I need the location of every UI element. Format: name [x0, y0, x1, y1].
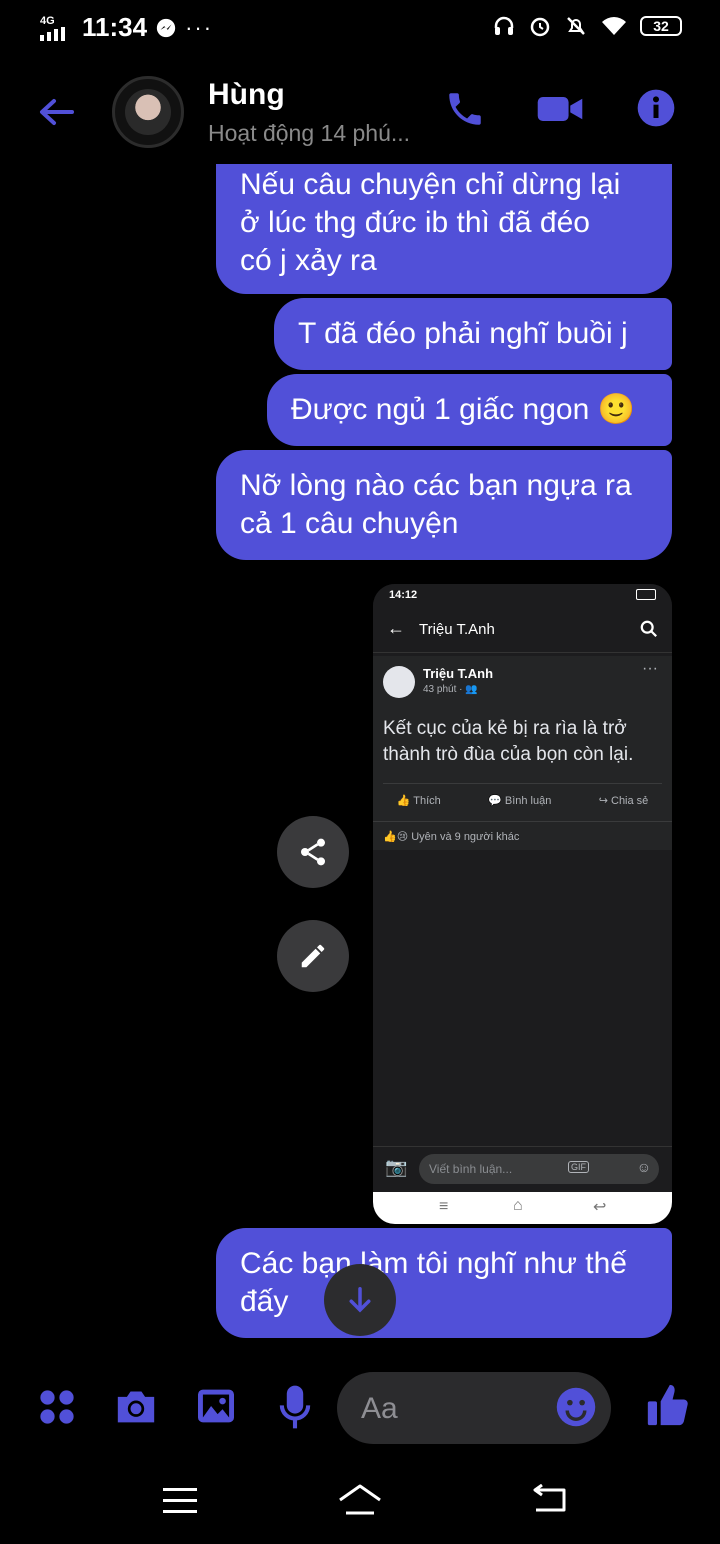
edit-icon — [301, 944, 325, 968]
alarm-icon — [530, 17, 550, 37]
message-input-placeholder: Aa — [361, 1392, 398, 1425]
shot-camera-icon: 📷 — [385, 1157, 408, 1177]
shot-back-icon: ← — [387, 618, 405, 638]
message-line: cả 1 câu chuyện — [240, 507, 459, 540]
share-icon — [301, 838, 325, 866]
battery-indicator: 32 — [640, 16, 682, 36]
shot-like-action: 👍 Thích — [396, 795, 441, 807]
message-bubble[interactable]: Nếu câu chuyện chỉ dừng lại ở lúc thg đứ… — [216, 164, 672, 294]
shot-reactions: 👍😢 Uyên và 9 người khác — [383, 831, 520, 843]
shot-post-text: Kết cục của kẻ bị ra rìa là trở thành tr… — [383, 716, 633, 768]
message-line: Nỡ lòng nào các bạn ngựa ra — [240, 469, 632, 502]
system-nav-bar — [0, 1470, 720, 1544]
back-arrow-icon[interactable] — [36, 92, 76, 132]
shot-more-icon: ··· — [642, 660, 658, 677]
shot-search-icon — [640, 620, 657, 637]
shot-post-time: 43 phút · 👥 — [423, 684, 478, 695]
shot-profile-name: Triệu T.Anh — [419, 621, 495, 638]
shot-home-icon: ⌂ — [513, 1197, 523, 1214]
shot-reaction-icons: 👍😢 — [383, 831, 409, 843]
shot-comment-action: 💬 Bình luận — [488, 795, 552, 807]
shot-author: Triệu T.Anh — [423, 666, 494, 681]
shot-gif-icon: GIF — [568, 1161, 589, 1173]
mute-icon — [567, 17, 585, 35]
emoji-icon[interactable] — [555, 1386, 597, 1428]
menu-nav-icon[interactable] — [162, 1486, 198, 1516]
scroll-down-icon — [349, 1287, 371, 1313]
avatar[interactable] — [112, 76, 184, 148]
shot-post-card: Triệu T.Anh 43 phút · 👥 ··· Kết cục của … — [373, 656, 672, 850]
shot-app-bar: ← Triệu T.Anh — [373, 608, 672, 653]
shot-post-line: thành trò đùa của bọn còn lại. — [383, 744, 634, 765]
message-bubble[interactable]: Các bạn làm tôi nghĩ như thế đấy — [216, 1228, 672, 1338]
signal-icon: 4G — [40, 15, 70, 41]
apps-icon[interactable] — [38, 1388, 76, 1426]
shot-battery-icon — [636, 589, 656, 600]
shot-comment-bar: 📷 Viết bình luận... GIF ☺ — [373, 1146, 672, 1191]
message-line: Nếu câu chuyện chỉ dừng lại — [240, 168, 621, 201]
composer: Aa — [0, 1370, 720, 1450]
like-icon[interactable] — [646, 1380, 690, 1430]
shot-emoji-icon: ☺ — [636, 1159, 651, 1175]
gallery-icon[interactable] — [196, 1388, 236, 1424]
shared-screenshot[interactable]: 14:12 ← Triệu T.Anh Triệu T.Anh 43 phút … — [373, 584, 672, 1224]
shot-share-action: ↪ Chia sẻ — [598, 795, 649, 807]
phone-icon[interactable] — [444, 88, 486, 130]
home-nav-icon[interactable] — [336, 1482, 384, 1518]
contact-name[interactable]: Hùng — [208, 78, 285, 112]
chat-header: Hùng Hoạt động 14 phú... — [0, 70, 720, 156]
message-bubble[interactable]: Nỡ lòng nào các bạn ngựa ra cả 1 câu chu… — [216, 450, 672, 560]
message-text: Được ngủ 1 giấc ngon 🙂 — [291, 393, 635, 426]
status-left: 4G 11:34 ··· — [40, 12, 213, 43]
shot-actions: 👍 Thích 💬 Bình luận ↪ Chia sẻ — [373, 794, 672, 807]
more-notifications-icon: ··· — [185, 14, 214, 40]
wifi-icon — [602, 17, 626, 35]
headphones-icon — [494, 16, 514, 35]
back-nav-icon[interactable] — [530, 1484, 568, 1516]
status-right: 32 — [492, 14, 682, 38]
status-bar: 4G 11:34 ··· 32 — [0, 0, 720, 56]
messenger-notification-icon — [156, 18, 176, 37]
shot-comment-input: Viết bình luận... — [429, 1162, 513, 1176]
scroll-down-button[interactable] — [324, 1264, 396, 1336]
message-text: T đã đéo phải nghĩ buồi j — [298, 317, 628, 350]
clock: 11:34 — [82, 12, 148, 42]
shot-back-nav-icon: ↩ — [593, 1199, 607, 1216]
shot-post-line: Kết cục của kẻ bị ra rìa là trở — [383, 718, 627, 739]
shot-status-bar: 14:12 — [373, 584, 672, 606]
shot-nav-bar: ≡ ⌂ ↩ — [373, 1192, 672, 1224]
message-line: Các bạn làm tôi nghĩ như thế — [240, 1247, 627, 1280]
message-bubble[interactable]: T đã đéo phải nghĩ buồi j — [274, 298, 672, 370]
shot-menu-icon: ≡ — [439, 1198, 449, 1215]
video-icon[interactable] — [536, 88, 584, 130]
mic-icon[interactable] — [278, 1384, 312, 1430]
info-icon[interactable] — [636, 88, 676, 128]
camera-icon[interactable] — [114, 1386, 158, 1426]
shot-author-avatar — [383, 666, 415, 698]
message-bubble[interactable]: Được ngủ 1 giấc ngon 🙂 — [267, 374, 672, 446]
battery-level: 32 — [653, 18, 669, 34]
share-button[interactable] — [277, 816, 349, 888]
message-line: đấy — [240, 1285, 289, 1318]
active-status: Hoạt động 14 phú... — [208, 120, 411, 146]
message-input[interactable]: Aa — [337, 1372, 611, 1444]
message-line: có j xảy ra — [240, 244, 377, 277]
message-line: ở lúc thg đức ib thì đã đéo — [240, 206, 590, 239]
network-type: 4G — [40, 14, 55, 27]
shot-time: 14:12 — [389, 589, 418, 601]
edit-button[interactable] — [277, 920, 349, 992]
